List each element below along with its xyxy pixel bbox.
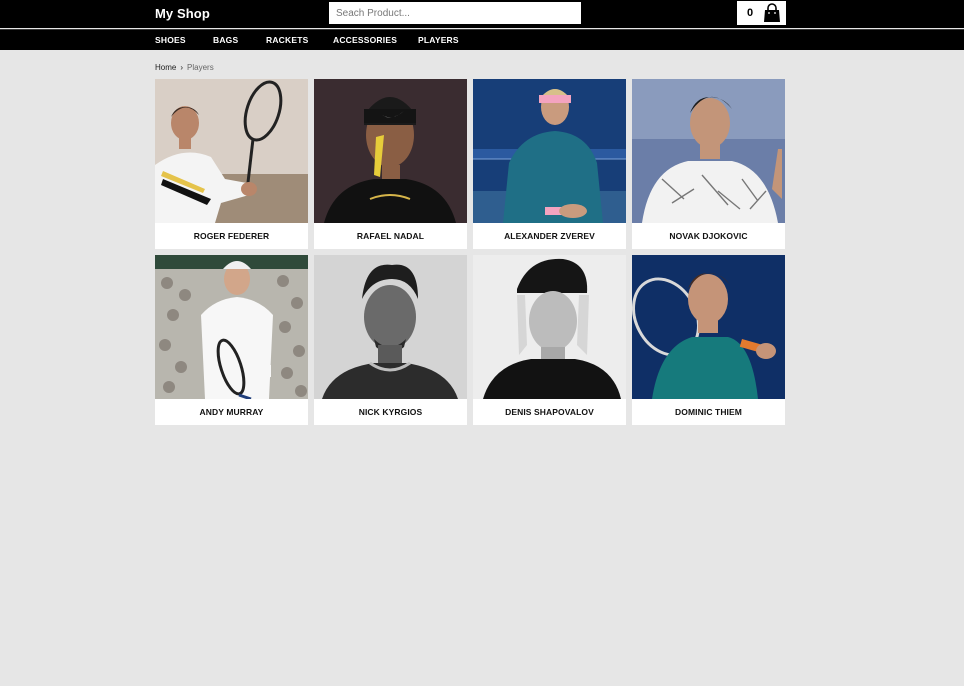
player-card-nadal[interactable]: RAFAEL NADAL (314, 79, 467, 249)
player-photo (473, 255, 626, 399)
player-photo (632, 255, 785, 399)
player-name: RAFAEL NADAL (356, 231, 425, 241)
nav-item-rackets[interactable]: RACKETS (266, 35, 309, 45)
player-photo (632, 79, 785, 223)
breadcrumb-current: Players (187, 63, 214, 72)
player-name: NICK KYRGIOS (358, 407, 423, 417)
player-photo (155, 255, 308, 399)
player-card-murray[interactable]: ANDY MURRAY (155, 255, 308, 425)
player-name: DENIS SHAPOVALOV (505, 407, 594, 417)
player-photo (314, 255, 467, 399)
breadcrumb: Home › Players (155, 63, 214, 72)
player-card-zverev[interactable]: ALEXANDER ZVEREV (473, 79, 626, 249)
shop-logo[interactable]: My Shop (155, 6, 210, 21)
breadcrumb-home[interactable]: Home (155, 63, 176, 72)
player-name: ALEXANDER ZVEREV (504, 231, 595, 241)
player-name: ROGER FEDERER (193, 231, 270, 241)
header-bar: My Shop 0 (0, 0, 964, 28)
player-name: ANDY MURRAY (199, 407, 264, 417)
player-name: DOMINIC THIEM (675, 407, 742, 417)
cart-button[interactable]: 0 (737, 1, 786, 25)
player-photo (473, 79, 626, 223)
search-input[interactable] (329, 2, 581, 24)
player-card-kyrgios[interactable]: NICK KYRGIOS (314, 255, 467, 425)
player-card-thiem[interactable]: DOMINIC THIEM (632, 255, 785, 425)
player-card-shapovalov[interactable]: DENIS SHAPOVALOV (473, 255, 626, 425)
player-card-federer[interactable]: ROGER FEDERER (155, 79, 308, 249)
cart-count: 0 (747, 7, 754, 19)
breadcrumb-separator: › (180, 63, 184, 72)
shopping-bag-icon (764, 3, 780, 22)
nav-item-accessories[interactable]: ACCESSORIES (333, 35, 397, 45)
nav-item-players[interactable]: PLAYERS (418, 35, 459, 45)
player-card-djokovic[interactable]: NOVAK DJOKOVIC (632, 79, 785, 249)
player-name: NOVAK DJOKOVIC (669, 231, 748, 241)
nav-item-shoes[interactable]: SHOES (155, 35, 186, 45)
player-photo (155, 79, 308, 223)
player-photo (314, 79, 467, 223)
category-nav: SHOES BAGS RACKETS ACCESSORIES PLAYERS (0, 29, 964, 50)
nav-item-bags[interactable]: BAGS (213, 35, 238, 45)
